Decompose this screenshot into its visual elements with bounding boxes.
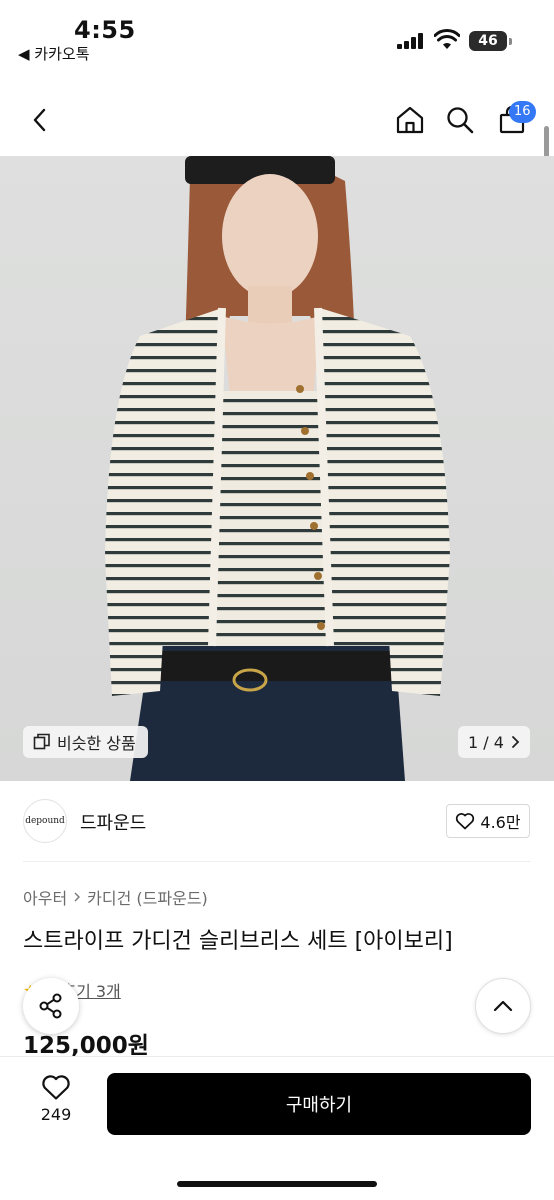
share-icon — [39, 993, 62, 1019]
wishlist-count: 249 — [40, 1105, 72, 1124]
product-title: 스트라이프 가디건 슬리브리스 세트 [아이보리] — [23, 929, 453, 954]
wishlist-button[interactable]: 249 — [30, 1074, 82, 1134]
breadcrumb-item[interactable]: 아우터 — [23, 885, 67, 909]
back-button[interactable] — [20, 100, 60, 140]
cart-count-badge: 16 — [509, 101, 536, 123]
divider — [23, 861, 531, 862]
similar-products-button[interactable]: 비슷한 상품 — [23, 726, 148, 758]
scroll-to-top-button[interactable] — [475, 978, 531, 1034]
battery-icon: 46 — [469, 31, 507, 51]
chevron-right-icon — [74, 892, 81, 902]
home-icon — [396, 106, 424, 134]
back-to-app-link[interactable]: ◀ 카카오톡 — [18, 43, 90, 64]
breadcrumb-item[interactable]: 카디건 (드파운드) — [87, 885, 208, 909]
chevron-right-icon — [512, 736, 520, 748]
share-button[interactable] — [23, 978, 79, 1034]
chevron-left-icon — [33, 108, 46, 132]
home-indicator[interactable] — [177, 1181, 377, 1187]
product-image[interactable] — [0, 156, 554, 781]
wifi-icon — [434, 29, 460, 49]
search-button[interactable] — [440, 100, 480, 140]
search-icon — [447, 107, 474, 134]
heart-icon — [42, 1075, 70, 1100]
cellular-signal-icon — [397, 33, 425, 49]
brand-name[interactable]: 드파운드 — [80, 809, 146, 835]
copy-icon — [33, 733, 50, 750]
image-pager[interactable]: 1 / 4 — [458, 726, 530, 758]
brand-like-button[interactable]: 4.6만 — [446, 804, 530, 838]
heart-icon — [456, 813, 475, 830]
brand-logo[interactable]: depound — [23, 799, 67, 843]
buy-button[interactable]: 구매하기 — [107, 1073, 531, 1135]
similar-products-label: 비슷한 상품 — [57, 734, 136, 753]
top-nav-bar — [0, 88, 554, 154]
product-photo — [105, 156, 450, 781]
brand-logo-text: depound — [25, 816, 65, 826]
chevron-up-icon — [493, 1000, 513, 1012]
battery-cap — [509, 38, 512, 45]
status-bar: 4:55 ◀ 카카오톡 46 — [0, 0, 554, 80]
brand-like-count: 4.6만 — [480, 813, 521, 832]
status-time: 4:55 — [74, 16, 136, 44]
image-page-indicator: 1 / 4 — [468, 732, 504, 752]
home-button[interactable] — [390, 100, 430, 140]
breadcrumb: 아우터 카디건 (드파운드) — [23, 885, 208, 909]
